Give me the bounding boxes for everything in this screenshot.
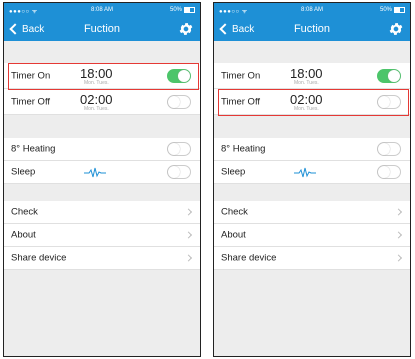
- sleep-row[interactable]: Sleep: [214, 161, 410, 184]
- timer-on-time[interactable]: 18:00: [290, 66, 323, 81]
- chevron-right-icon: [394, 208, 403, 216]
- share-label: Share device: [221, 252, 277, 264]
- timer-off-time[interactable]: 02:00: [290, 92, 323, 107]
- sleep-label: Sleep: [221, 166, 246, 178]
- sleep-toggle[interactable]: [377, 165, 401, 179]
- nav-bar: Back Fuction: [4, 17, 200, 41]
- timer-on-time[interactable]: 18:00: [80, 66, 113, 81]
- heating-row[interactable]: 8° Heating: [4, 138, 200, 161]
- menu-item-about[interactable]: About: [214, 224, 410, 247]
- chevron-right-icon: [184, 208, 193, 216]
- menu-item-share-device[interactable]: Share device: [214, 247, 410, 270]
- heating-label: 8° Heating: [221, 143, 266, 155]
- heating-row[interactable]: 8° Heating: [214, 138, 410, 161]
- status-bar: ●●●○○ ᯤ 8:08 AM 50%: [4, 3, 200, 17]
- timer-off-toggle[interactable]: [167, 94, 191, 109]
- heating-toggle[interactable]: [167, 142, 191, 156]
- chevron-right-icon: [184, 254, 193, 262]
- chevron-right-icon: [184, 231, 193, 239]
- share-label: Share device: [11, 252, 67, 264]
- timer-off-label: Timer Off: [11, 96, 51, 107]
- about-label: About: [221, 229, 246, 241]
- timer-on-toggle[interactable]: [377, 68, 401, 83]
- nav-bar: Back Fuction: [214, 17, 410, 41]
- timer-off-days: Mon. Tues.: [294, 106, 319, 112]
- page-title: Fuction: [293, 23, 331, 35]
- menu-item-share-device[interactable]: Share device: [4, 247, 200, 270]
- battery-indicator: 50%: [380, 7, 405, 13]
- battery-percent: 50%: [169, 7, 182, 13]
- battery-icon: [184, 7, 195, 13]
- chevron-right-icon: [394, 254, 403, 262]
- check-label: Check: [11, 206, 38, 218]
- timer-on-days: Mon. Tues.: [84, 80, 109, 86]
- menu-item-check[interactable]: Check: [4, 201, 200, 224]
- sleep-toggle[interactable]: [167, 165, 191, 179]
- sleep-label: Sleep: [11, 166, 36, 178]
- sleep-row[interactable]: Sleep: [4, 161, 200, 184]
- timer-on-row[interactable]: Timer On 18:00 Mon. Tues.: [4, 63, 200, 89]
- gear-icon[interactable]: [388, 21, 404, 37]
- timer-off-time[interactable]: 02:00: [80, 92, 113, 107]
- timer-on-days: Mon. Tues.: [294, 80, 319, 86]
- gear-icon[interactable]: [178, 21, 194, 37]
- heating-label: 8° Heating: [11, 143, 56, 155]
- battery-icon: [394, 7, 405, 13]
- timer-on-label: Timer On: [221, 70, 261, 81]
- timer-off-toggle[interactable]: [377, 94, 401, 109]
- timer-on-toggle[interactable]: [167, 68, 191, 83]
- battery-percent: 50%: [379, 7, 392, 13]
- menu-item-about[interactable]: About: [4, 224, 200, 247]
- timer-off-label: Timer Off: [221, 96, 261, 107]
- timer-on-label: Timer On: [11, 70, 51, 81]
- menu-item-check[interactable]: Check: [214, 201, 410, 224]
- about-label: About: [11, 229, 36, 241]
- page-title: Fuction: [83, 23, 121, 35]
- status-bar: ●●●○○ ᯤ 8:08 AM 50%: [214, 3, 410, 17]
- pulse-icon: [84, 167, 106, 178]
- heating-toggle[interactable]: [377, 142, 401, 156]
- pulse-icon: [294, 167, 316, 178]
- battery-indicator: 50%: [170, 7, 195, 13]
- timer-off-row[interactable]: Timer Off 02:00 Mon. Tues.: [214, 89, 410, 115]
- phone-screen-right: ●●●○○ ᯤ 8:08 AM 50% Back Fuction Timer O…: [213, 2, 411, 357]
- timer-on-row[interactable]: Timer On 18:00 Mon. Tues.: [214, 63, 410, 89]
- phone-screen-left: ●●●○○ ᯤ 8:08 AM 50% Back Fuction Timer O…: [3, 2, 201, 357]
- chevron-right-icon: [394, 231, 403, 239]
- timer-off-row[interactable]: Timer Off 02:00 Mon. Tues.: [4, 89, 200, 115]
- check-label: Check: [221, 206, 248, 218]
- timer-off-days: Mon. Tues.: [84, 106, 109, 112]
